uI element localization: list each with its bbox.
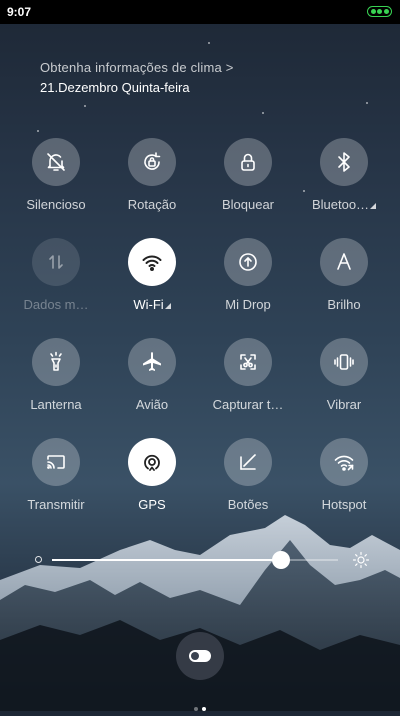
buttons-icon <box>224 438 272 486</box>
lock-icon <box>224 138 272 186</box>
brightness-low-icon <box>35 556 42 563</box>
tile-label: Capturar t… <box>212 397 284 412</box>
brightness-high-icon <box>352 551 370 569</box>
brightness-fill <box>52 559 281 561</box>
tile-label: Lanterna <box>30 397 82 412</box>
bluetooth-icon <box>320 138 368 186</box>
submenu-indicator-icon <box>370 203 377 209</box>
weather-widget[interactable]: Obtenha informações de clima > 21.Dezemb… <box>40 60 234 95</box>
mountain-background <box>0 515 400 711</box>
page-dot-1 <box>194 707 198 711</box>
cast-icon <box>32 438 80 486</box>
tile-gps[interactable]: GPS <box>104 438 200 512</box>
tile-wifi[interactable]: Wi-Fi <box>104 238 200 312</box>
battery-charging-icon <box>367 6 392 17</box>
brightness-thumb[interactable] <box>271 551 290 569</box>
toggle-switch-button[interactable] <box>176 632 224 680</box>
tile-silencioso[interactable]: Silencioso <box>8 138 104 212</box>
tile-vibrar[interactable]: Vibrar <box>296 338 392 412</box>
status-bar: 9:07 <box>0 0 400 24</box>
tile-botoes[interactable]: Botões <box>200 438 296 512</box>
screenshot-icon <box>224 338 272 386</box>
mobile-data-icon <box>32 238 80 286</box>
tile-label: Wi-Fi <box>104 297 200 312</box>
tile-label: Brilho <box>327 297 361 312</box>
status-time: 9:07 <box>7 5 32 19</box>
tile-label: Avião <box>135 397 169 412</box>
brightness-slider[interactable] <box>30 550 370 570</box>
tile-label: Rotação <box>127 197 177 212</box>
page-indicator <box>0 698 400 716</box>
toggle-switch-icon <box>189 650 211 662</box>
hotspot-icon <box>320 438 368 486</box>
tile-bluetooth[interactable]: Bluetoo… <box>296 138 392 212</box>
date-label: 21.Dezembro Quinta-feira <box>40 80 190 95</box>
tile-brilho[interactable]: Brilho <box>296 238 392 312</box>
tile-rotacao[interactable]: Rotação <box>104 138 200 212</box>
tile-label: Bloquear <box>221 197 275 212</box>
tile-aviao[interactable]: Avião <box>104 338 200 412</box>
tile-label: Silencioso <box>26 197 86 212</box>
airplane-icon <box>128 338 176 386</box>
tile-label: Bluetoo… <box>296 197 392 212</box>
auto-brightness-icon <box>320 238 368 286</box>
mi-drop-icon <box>224 238 272 286</box>
tile-hotspot[interactable]: Hotspot <box>296 438 392 512</box>
tile-bloquear[interactable]: Bloquear <box>200 138 296 212</box>
tile-lanterna[interactable]: Lanterna <box>8 338 104 412</box>
page-dot-2 <box>202 707 206 711</box>
bell-off-icon <box>32 138 80 186</box>
tile-mi-drop[interactable]: Mi Drop <box>200 238 296 312</box>
tile-transmitir[interactable]: Transmitir <box>8 438 104 512</box>
flashlight-icon <box>32 338 80 386</box>
tile-label: Vibrar <box>326 397 362 412</box>
tile-label: Mi Drop <box>225 297 271 312</box>
tile-capturar-tela[interactable]: Capturar t… <box>200 338 296 412</box>
weather-info-link[interactable]: Obtenha informações de clima > <box>40 60 234 75</box>
vibrate-icon <box>320 338 368 386</box>
gps-icon <box>128 438 176 486</box>
rotation-lock-icon <box>128 138 176 186</box>
tile-dados-moveis[interactable]: Dados m… <box>8 238 104 312</box>
brightness-track[interactable] <box>52 551 338 569</box>
wifi-icon <box>128 238 176 286</box>
submenu-indicator-icon <box>164 303 171 309</box>
tile-label: Dados m… <box>23 297 89 312</box>
